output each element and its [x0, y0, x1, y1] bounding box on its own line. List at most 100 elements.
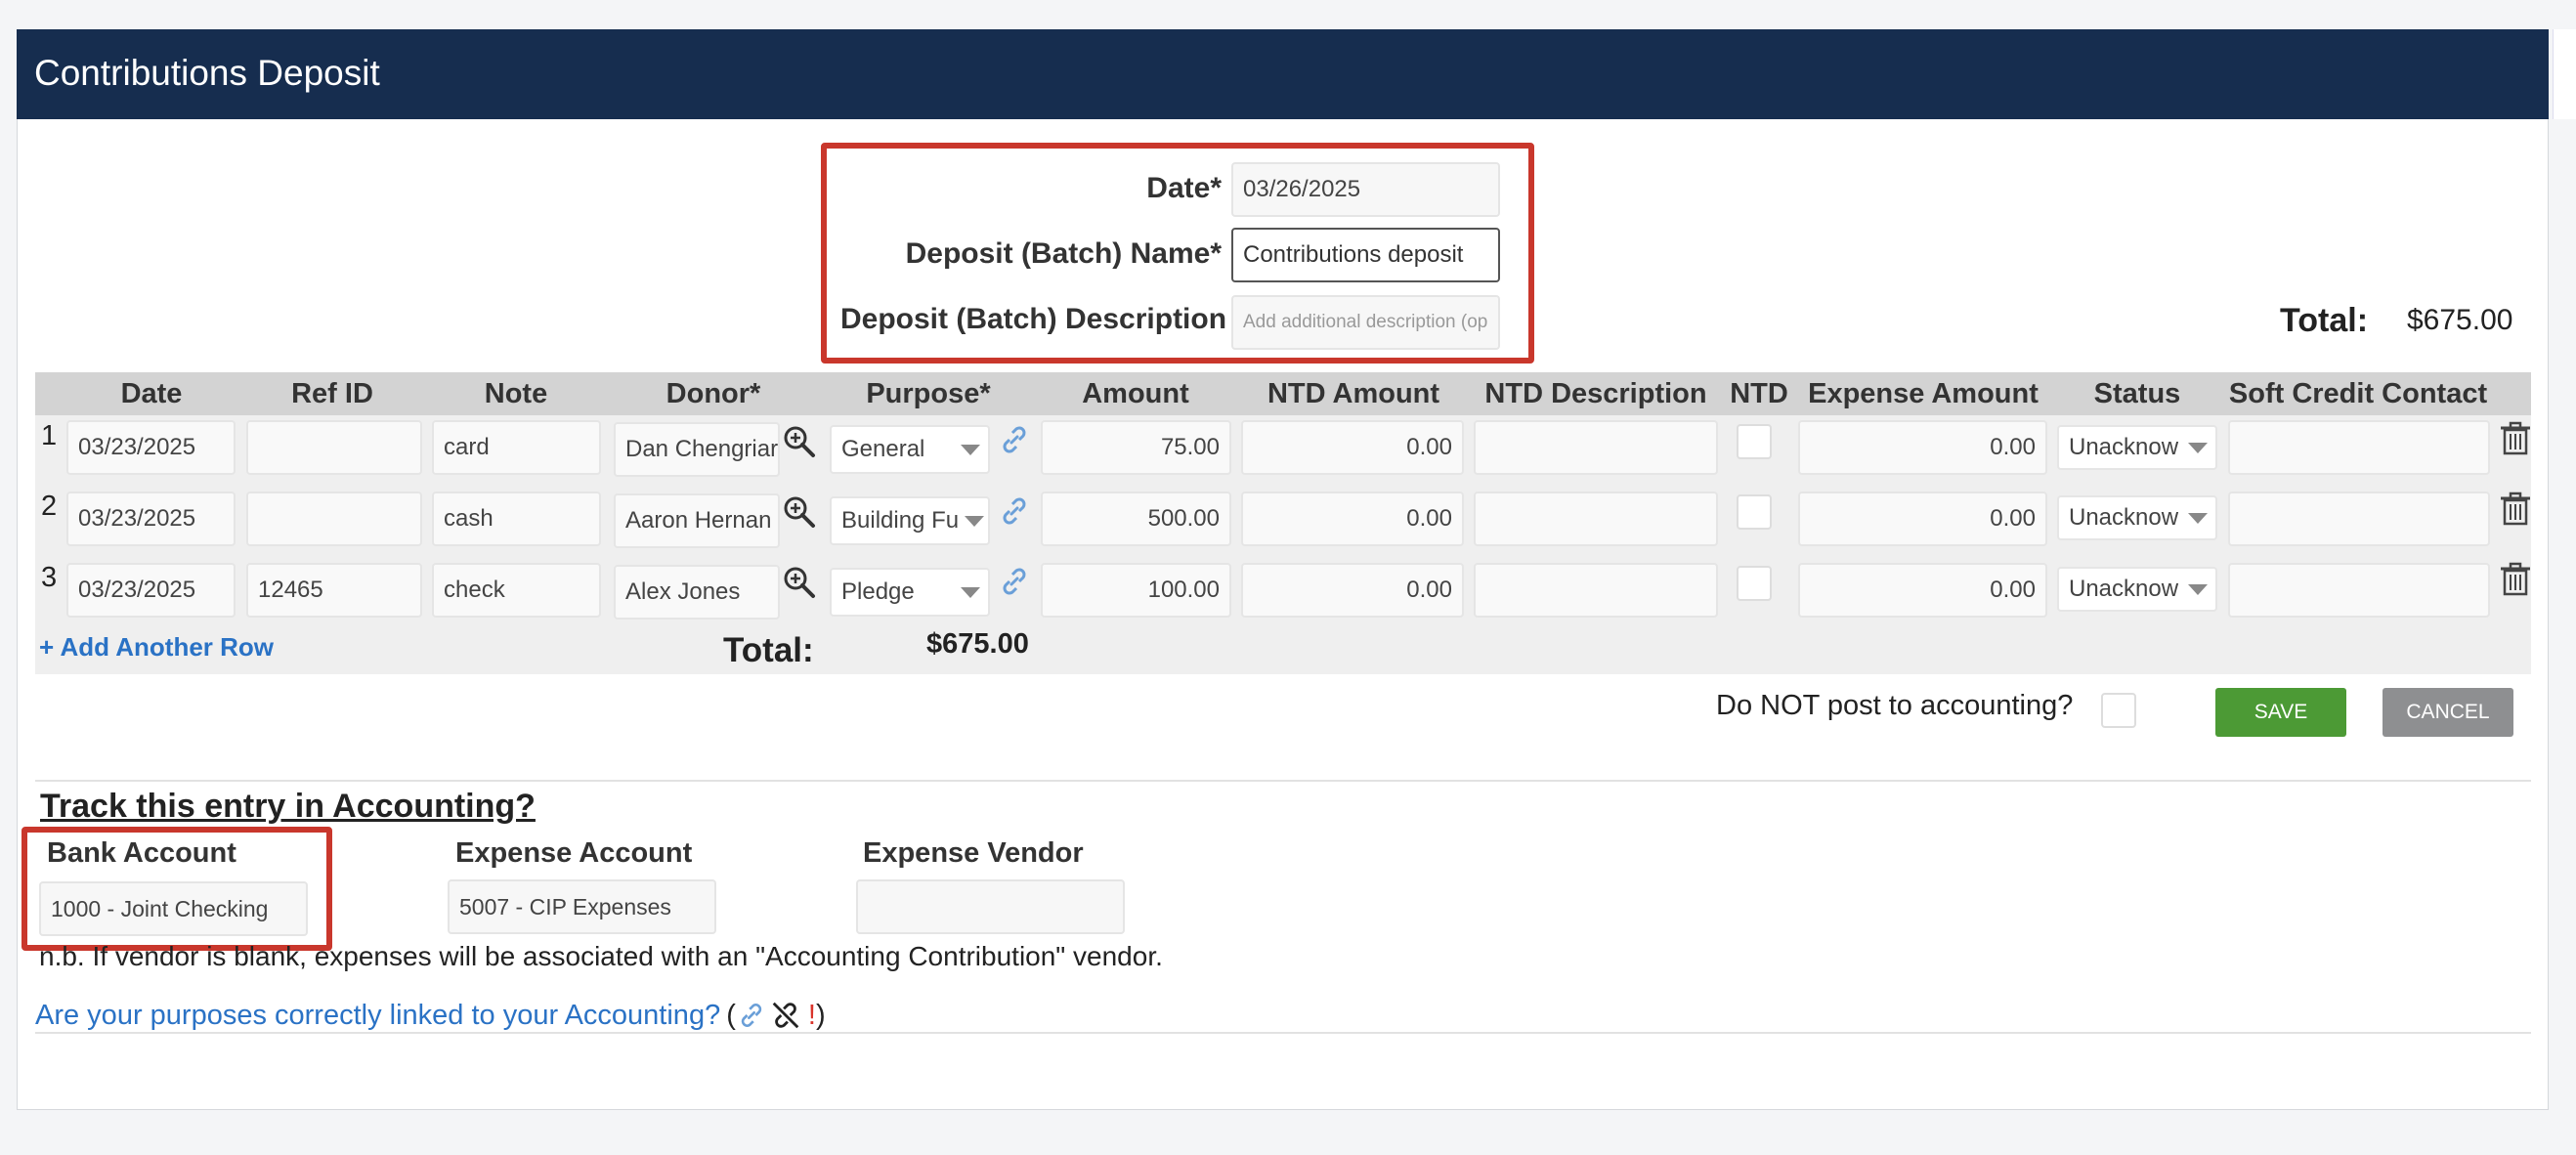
link-icon: [741, 1004, 762, 1027]
row-number: 2: [41, 491, 58, 522]
chevron-down-icon: [2188, 512, 2208, 524]
row-status-value: Unacknow: [2069, 576, 2179, 602]
row-ref-id-field[interactable]: [246, 492, 422, 546]
row-ntd-checkbox[interactable]: [1737, 424, 1772, 459]
magnifier-plus-icon[interactable]: [782, 424, 817, 459]
chevron-down-icon: [961, 444, 980, 455]
row-number: 3: [41, 562, 58, 593]
row-note-field[interactable]: card: [432, 420, 601, 475]
accounting-heading: Track this entry in Accounting?: [40, 788, 536, 825]
page-title: Contributions Deposit: [34, 53, 380, 93]
trash-icon[interactable]: [2498, 420, 2533, 455]
row-expense-amount-field[interactable]: 0.00: [1798, 492, 2047, 546]
cancel-button[interactable]: CANCEL: [2383, 688, 2513, 737]
batch-name-label: Deposit (Batch) Name*: [905, 237, 1222, 270]
row-purpose-value: General: [841, 436, 925, 462]
row-ntd-description-field[interactable]: [1474, 492, 1718, 546]
col-ref-id: Ref ID: [291, 378, 373, 409]
link-icon[interactable]: [997, 422, 1032, 457]
col-note: Note: [484, 378, 548, 409]
col-ntd-description: NTD Description: [1484, 378, 1707, 409]
row-soft-credit-field[interactable]: [2228, 492, 2490, 546]
row-status-value: Unacknow: [2069, 504, 2179, 531]
batch-description-label: Deposit (Batch) Description: [840, 303, 1227, 335]
row-date-field[interactable]: 03/23/2025: [66, 563, 236, 618]
bank-account-label: Bank Account: [47, 837, 236, 869]
side-strip: [2553, 29, 2576, 119]
chevron-down-icon: [961, 586, 980, 598]
magnifier-plus-icon[interactable]: [782, 565, 817, 600]
col-ntd: NTD: [1730, 378, 1788, 409]
expense-vendor-label: Expense Vendor: [863, 837, 1084, 869]
col-amount: Amount: [1082, 378, 1189, 409]
row-purpose-select[interactable]: Pledge: [830, 568, 990, 617]
bank-account-select[interactable]: 1000 - Joint Checking: [39, 881, 308, 936]
purposes-link[interactable]: Are your purposes correctly linked to yo…: [35, 1000, 720, 1032]
purposes-link-line: Are your purposes correctly linked to yo…: [35, 999, 826, 1032]
broken-link-icon: [772, 1002, 799, 1029]
row-date-field[interactable]: 03/23/2025: [66, 420, 236, 475]
row-amount-field[interactable]: 100.00: [1041, 563, 1231, 618]
batch-date-field[interactable]: 03/26/2025: [1231, 162, 1500, 217]
row-ref-id-field[interactable]: [246, 420, 422, 475]
row-ntd-amount-field[interactable]: 0.00: [1241, 563, 1464, 618]
batch-description-field[interactable]: Add additional description (op: [1231, 295, 1500, 350]
expense-account-select[interactable]: 5007 - CIP Expenses: [448, 879, 716, 934]
col-expense-amount: Expense Amount: [1808, 378, 2039, 409]
chevron-down-icon: [965, 515, 985, 527]
row-ntd-checkbox[interactable]: [1737, 566, 1772, 601]
link-icon[interactable]: [997, 564, 1032, 599]
col-status: Status: [2093, 378, 2181, 409]
row-purpose-select[interactable]: Building Fu: [830, 496, 990, 545]
warning-mark: !: [807, 999, 816, 1031]
row-ntd-amount-field[interactable]: 0.00: [1241, 492, 1464, 546]
row-ntd-description-field[interactable]: [1474, 563, 1718, 618]
row-purpose-select[interactable]: General: [830, 425, 990, 474]
add-row-link[interactable]: + Add Another Row: [39, 632, 274, 663]
row-status-select[interactable]: Unacknow: [2057, 495, 2217, 540]
row-soft-credit-field[interactable]: [2228, 563, 2490, 618]
row-expense-amount-field[interactable]: 0.00: [1798, 563, 2047, 618]
row-status-select[interactable]: Unacknow: [2057, 425, 2217, 470]
magnifier-plus-icon[interactable]: [782, 494, 817, 530]
trash-icon[interactable]: [2498, 491, 2533, 526]
col-soft-credit: Soft Credit Contact: [2228, 378, 2488, 409]
row-ntd-description-field[interactable]: [1474, 420, 1718, 475]
expense-vendor-field[interactable]: [856, 879, 1125, 934]
row-soft-credit-field[interactable]: [2228, 420, 2490, 475]
save-button[interactable]: SAVE: [2215, 688, 2346, 737]
title-bar: Contributions Deposit: [17, 29, 2549, 119]
do-not-post-label: Do NOT post to accounting?: [1716, 690, 2074, 721]
row-donor-field[interactable]: Alex Jones: [614, 565, 780, 620]
row-expense-amount-field[interactable]: 0.00: [1798, 420, 2047, 475]
row-donor-field[interactable]: Aaron Hernan: [614, 493, 780, 548]
row-ntd-amount-field[interactable]: 0.00: [1241, 420, 1464, 475]
row-ntd-checkbox[interactable]: [1737, 494, 1772, 530]
row-donor-field[interactable]: Dan Chengriar: [614, 422, 780, 477]
batch-name-field[interactable]: Contributions deposit: [1231, 228, 1500, 282]
divider: [35, 780, 2531, 782]
bottom-divider: [35, 1032, 2531, 1034]
trash-icon[interactable]: [2498, 561, 2533, 596]
paren-open: (: [726, 999, 736, 1031]
chevron-down-icon: [2188, 442, 2208, 453]
col-purpose: Purpose*: [866, 378, 991, 409]
row-status-select[interactable]: Unacknow: [2057, 567, 2217, 612]
col-date: Date: [120, 378, 183, 409]
row-status-value: Unacknow: [2069, 434, 2179, 460]
row-purpose-value: Building Fu: [841, 507, 960, 534]
chevron-down-icon: [2188, 583, 2208, 595]
col-ntd-amount: NTD Amount: [1267, 378, 1440, 409]
link-icon[interactable]: [997, 493, 1032, 529]
paren-close: ): [815, 999, 826, 1031]
row-ref-id-field[interactable]: 12465: [246, 563, 422, 618]
col-donor: Donor*: [665, 378, 761, 409]
do-not-post-checkbox[interactable]: [2101, 693, 2136, 728]
row-note-field[interactable]: cash: [432, 492, 601, 546]
row-note-field[interactable]: check: [432, 563, 601, 618]
vendor-note: n.b. If vendor is blank, expenses will b…: [39, 941, 1163, 971]
expense-account-label: Expense Account: [455, 837, 693, 869]
row-amount-field[interactable]: 75.00: [1041, 420, 1231, 475]
row-date-field[interactable]: 03/23/2025: [66, 492, 236, 546]
row-amount-field[interactable]: 500.00: [1041, 492, 1231, 546]
